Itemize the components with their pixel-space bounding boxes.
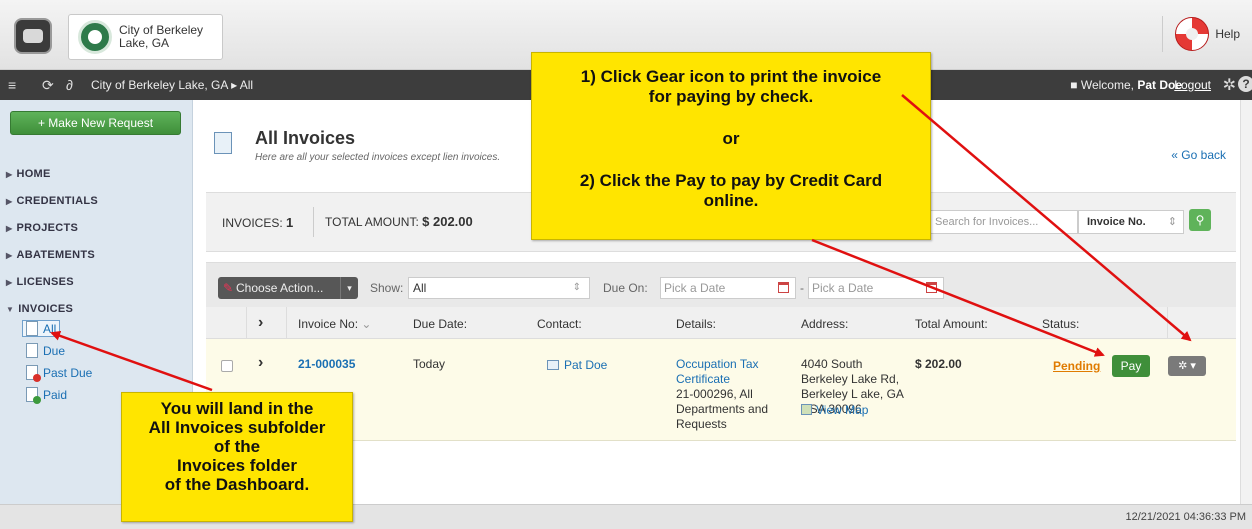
calendar-icon[interactable] — [926, 282, 937, 293]
city-name: City of Berkeley Lake, GA — [119, 23, 204, 50]
sidebar-item-invoices[interactable]: ▼ INVOICES — [6, 303, 73, 315]
header-total-amount[interactable]: Total Amount: — [915, 317, 988, 331]
sidebar-item-abatements[interactable]: ▶ ABATEMENTS — [6, 249, 95, 261]
city-tab[interactable]: City of Berkeley Lake, GA — [68, 14, 223, 60]
column-divider — [1167, 307, 1168, 339]
search-field-select[interactable]: Invoice No. ⇕ — [1078, 210, 1184, 234]
help-button[interactable]: Help — [1162, 16, 1240, 52]
page-title: All Invoices — [255, 128, 356, 148]
caret-right-icon: ▶ — [6, 197, 13, 206]
document-alert-icon — [26, 365, 41, 382]
header-address[interactable]: Address: — [801, 317, 848, 331]
instruction-callout: 1) Click Gear icon to print the invoice … — [531, 52, 931, 240]
sidebar-item-projects[interactable]: ▶ PROJECTS — [6, 222, 78, 234]
show-label: Show: — [370, 281, 404, 295]
breadcrumb[interactable]: City of Berkeley Lake, GA ▸ All — [91, 78, 253, 92]
due-date-to-input[interactable]: Pick a Date — [808, 277, 944, 299]
chevron-right-icon[interactable]: › — [258, 354, 263, 372]
map-icon — [801, 404, 812, 415]
welcome-text: ■ Welcome, Pat Doe — [1070, 78, 1182, 92]
menu-icon[interactable]: ≡ — [8, 77, 16, 93]
sidebar-item-home[interactable]: ▶ HOME — [6, 168, 51, 180]
date-range-dash: - — [800, 281, 804, 295]
caret-right-icon: ▶ — [6, 251, 13, 260]
header-details[interactable]: Details: — [676, 317, 716, 331]
sidebar-item-licenses[interactable]: ▶ LICENSES — [6, 276, 74, 288]
total-amount: TOTAL AMOUNT: $ 202.00 — [325, 214, 473, 229]
gear-icon[interactable]: ✲ — [1223, 75, 1236, 95]
due-date-from-input[interactable]: Pick a Date — [660, 277, 796, 299]
document-icon — [26, 343, 38, 358]
timestamp: 12/21/2021 04:36:33 PM — [1125, 511, 1246, 523]
table-header: › Invoice No: ⌄ Due Date: Contact: Detai… — [206, 307, 1236, 339]
contact-link[interactable]: Pat Doe — [547, 358, 607, 373]
caret-right-icon: ▶ — [6, 170, 13, 179]
header-invoice-no[interactable]: Invoice No: ⌄ — [298, 317, 371, 331]
page-subtitle: Here are all your selected invoices exce… — [255, 152, 501, 163]
refresh-icon[interactable]: ⟳ — [42, 77, 54, 94]
due-date-value: Today — [413, 357, 446, 371]
invoice-count: INVOICES: 1 — [222, 215, 294, 230]
caret-right-icon: ▶ — [6, 278, 13, 287]
invoice-search-input[interactable]: Search for Invoices... — [928, 210, 1078, 234]
logout-link[interactable]: Logout — [1174, 78, 1211, 92]
row-checkbox[interactable] — [221, 360, 233, 372]
sidebar-subitem-paid[interactable]: Paid — [26, 387, 67, 404]
sidebar-item-credentials[interactable]: ▶ CREDENTIALS — [6, 195, 98, 207]
gear-actions-button[interactable]: ✲ ▾ — [1168, 356, 1206, 376]
header-status[interactable]: Status: — [1042, 317, 1079, 331]
select-arrows-icon: ⇕ — [1167, 216, 1177, 228]
gear-icon: ✲ ▾ — [1178, 360, 1196, 372]
lifebuoy-icon — [1175, 17, 1210, 51]
search-icon: ⚲ — [1195, 213, 1205, 227]
make-new-request-button[interactable]: + Make New Request — [10, 111, 181, 135]
contact-card-icon — [547, 360, 559, 370]
help-label: Help — [1215, 27, 1240, 41]
header-contact[interactable]: Contact: — [537, 317, 582, 331]
invoice-page-icon — [214, 132, 232, 154]
search-button[interactable]: ⚲ — [1189, 209, 1211, 231]
invoice-number-link[interactable]: 21-000035 — [298, 357, 355, 372]
help-icon[interactable]: ? — [1238, 76, 1252, 92]
vertical-scrollbar[interactable] — [1240, 100, 1252, 504]
due-on-label: Due On: — [603, 281, 648, 295]
pay-button[interactable]: Pay — [1112, 355, 1150, 377]
go-back-link[interactable]: « Go back — [1171, 148, 1226, 162]
details-text: 21-000296, All Departments and Requests — [676, 387, 769, 431]
select-arrows-icon: ⇕ — [572, 282, 581, 293]
document-check-icon — [26, 387, 41, 404]
view-map-link[interactable]: View Map — [801, 403, 868, 418]
header-due-date[interactable]: Due Date: — [413, 317, 467, 331]
total-amount-value: $ 202.00 — [915, 357, 962, 371]
chevron-right-icon[interactable]: › — [258, 314, 263, 332]
landing-callout: You will land in the All Invoices subfol… — [121, 392, 353, 522]
document-icon — [26, 321, 38, 336]
column-divider — [286, 307, 287, 339]
sidebar-subitem-due[interactable]: Due — [26, 343, 65, 358]
sidebar-subitem-past-due[interactable]: Past Due — [26, 365, 92, 382]
details-link[interactable]: Occupation Tax Certificate — [676, 357, 776, 387]
choose-action-dropdown[interactable]: ✎ Choose Action... ▾ — [218, 277, 358, 299]
calendar-icon[interactable] — [778, 282, 789, 293]
app-logo-icon[interactable] — [14, 18, 52, 54]
status-badge[interactable]: Pending — [1053, 359, 1100, 373]
pencil-icon: ✎ — [223, 281, 234, 295]
show-select[interactable]: All ⇕ — [408, 277, 590, 299]
divider — [313, 207, 314, 237]
caret-down-icon: ▼ — [6, 305, 15, 314]
sidebar-subitem-all[interactable]: All — [22, 320, 61, 337]
caret-right-icon: ▶ — [6, 224, 13, 233]
filter-bar: ✎ Choose Action... ▾ Show: All ⇕ Due On: Pi… — [206, 262, 1236, 307]
column-divider — [246, 307, 247, 339]
table-row: › 21-000035 Today Pat Doe Occupation Tax… — [206, 339, 1236, 441]
city-seal-icon — [78, 20, 112, 54]
chevron-down-icon: ▾ — [340, 277, 358, 299]
link-icon[interactable]: ∂ — [66, 77, 73, 93]
